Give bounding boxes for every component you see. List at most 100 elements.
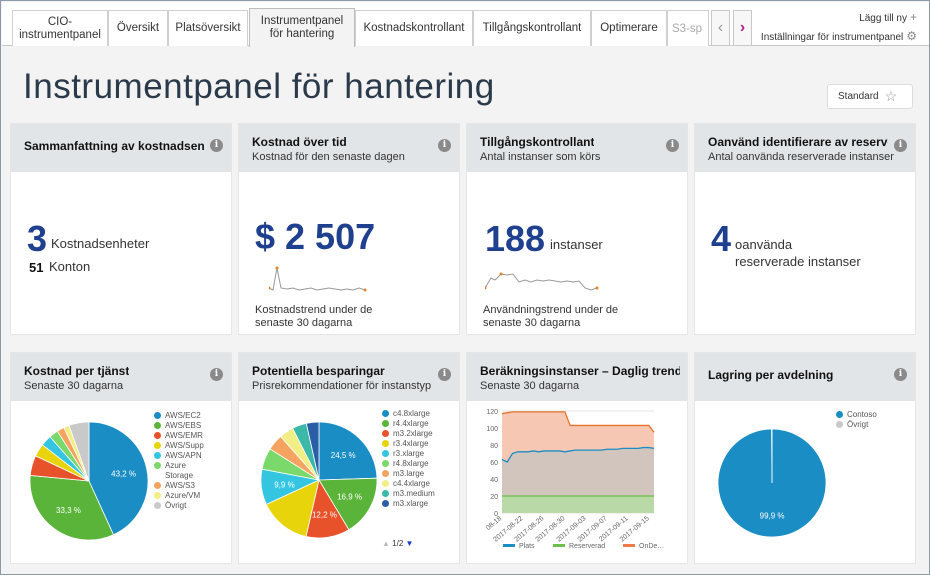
- legend-item[interactable]: Contoso: [836, 410, 877, 420]
- cost-value: $ 2 507: [255, 216, 376, 257]
- y-tick-label: 100: [486, 426, 498, 433]
- legend-label: Azure Storage: [165, 461, 194, 480]
- tab-scroll-right-button[interactable]: ›: [733, 10, 752, 46]
- card-title: Beräkningsinstanser – Daglig trend: [480, 364, 680, 378]
- legend-label: Övrigt: [165, 501, 187, 510]
- savings-pie: 24,5 % 16,9 %12,2 % 9,9 %: [260, 421, 378, 539]
- info-icon[interactable]: i: [210, 368, 223, 381]
- tab-bar: CIO- instrumentpanel Översikt Platsövers…: [2, 2, 929, 47]
- legend-item[interactable]: AWS/S3: [154, 481, 215, 491]
- card-storage-per-department: Lagring per avdelning i 99,9 % Contoso Öv…: [694, 352, 916, 564]
- pie-slice-label: 24,5 %: [331, 451, 356, 460]
- tab-site-overview[interactable]: Platsöversikt: [168, 10, 248, 46]
- legend-label: r3.4xlarge: [393, 439, 429, 448]
- legend-item[interactable]: m3.xlarge: [382, 499, 435, 509]
- legend-item[interactable]: m3.large: [382, 469, 435, 479]
- card-subtitle: Kostnad för den senaste dagen: [252, 151, 405, 163]
- savings-legend: c4.8xlarge r4.4xlarge m3.2xlarge r3.4xlarge…: [382, 409, 435, 509]
- add-new-link[interactable]: Lägg till ny +: [761, 10, 917, 26]
- pager-up-icon[interactable]: ▲: [382, 539, 390, 548]
- tab-optimizer[interactable]: Optimerare: [591, 10, 667, 46]
- legend-label: AWS/S3: [165, 481, 195, 490]
- info-icon[interactable]: i: [438, 368, 451, 381]
- legend-label[interactable]: OnDe…: [639, 543, 664, 550]
- legend-swatch: [382, 500, 389, 507]
- y-tick-label: 120: [486, 409, 498, 416]
- standard-button[interactable]: Standard ☆: [827, 84, 913, 109]
- legend-item[interactable]: m3.2xlarge: [382, 429, 435, 439]
- dashboard-settings-link[interactable]: Inställningar för instrumentpanel ⚙: [761, 29, 917, 45]
- instances-count: 188: [485, 218, 546, 259]
- card-cost-summary: Sammanfattning av kostnadsenhet i 3 Kost…: [10, 123, 232, 335]
- tab-cost-controller[interactable]: Kostnadskontrollant: [355, 10, 473, 46]
- info-icon[interactable]: i: [894, 368, 907, 381]
- legend-label[interactable]: Plats: [519, 543, 535, 550]
- tab-management-dashboard[interactable]: Instrumentpanel för hantering: [249, 8, 355, 47]
- legend-label: Azure/VM: [165, 491, 201, 500]
- y-tick-label: 40: [490, 477, 498, 484]
- legend-swatch: [503, 544, 515, 547]
- pie-slice-label: 99,9 %: [760, 511, 785, 520]
- legend-swatch: [553, 544, 565, 547]
- cost-units-count: 3: [27, 218, 48, 259]
- tab-asset-controller[interactable]: Tillgångskontrollant: [473, 10, 591, 46]
- card-header: Kostnad över tid Kostnad för den senaste…: [239, 124, 459, 172]
- tab-tools: Lägg till ny + Inställningar för instrume…: [761, 10, 917, 45]
- legend-swatch: [382, 430, 389, 437]
- info-icon[interactable]: i: [666, 139, 679, 152]
- info-icon[interactable]: i: [438, 139, 451, 152]
- legend-label[interactable]: Reserverad: [569, 543, 605, 550]
- card-subtitle: Antal oanvända reserverade instanser: [708, 151, 894, 163]
- legend-label: m3.xlarge: [393, 499, 429, 508]
- legend-item[interactable]: Övrigt: [836, 420, 877, 430]
- pie-slice-label: 9,9 %: [274, 480, 294, 489]
- legend-label: m3.medium: [393, 489, 435, 498]
- legend-item[interactable]: Övrigt: [154, 501, 215, 511]
- legend-item[interactable]: AWS/EBS: [154, 421, 215, 431]
- legend-item[interactable]: AWS/EC2: [154, 411, 215, 421]
- legend-label: m3.large: [393, 469, 425, 478]
- tab-scroll-left-button[interactable]: ‹: [711, 10, 730, 46]
- legend-item[interactable]: r3.xlarge: [382, 449, 435, 459]
- legend-item[interactable]: c4.8xlarge: [382, 409, 435, 419]
- legend-swatch: [154, 482, 161, 489]
- tab-overview[interactable]: Översikt: [108, 10, 168, 46]
- legend-item[interactable]: Azure Storage: [154, 461, 215, 481]
- legend-label: c4.4xlarge: [393, 479, 430, 488]
- legend-item[interactable]: AWS/APN: [154, 451, 215, 461]
- page-title: Instrumentpanel för hantering: [23, 67, 495, 106]
- plus-icon: +: [909, 10, 917, 24]
- legend-swatch: [154, 452, 161, 459]
- legend-item[interactable]: AWS/Supp: [154, 441, 215, 451]
- card-title: Sammanfattning av kostnadsenhet: [24, 139, 204, 153]
- legend-item[interactable]: Azure/VM: [154, 491, 215, 501]
- legend-item[interactable]: m3.medium: [382, 489, 435, 499]
- legend-swatch: [382, 440, 389, 447]
- card-cost-per-service: Kostnad per tjänst Senaste 30 dagarna i …: [10, 352, 232, 564]
- info-icon[interactable]: i: [210, 139, 223, 152]
- legend-swatch: [154, 502, 161, 509]
- usage-trend-label: Användningstrend under de senaste 30 dag…: [483, 304, 619, 329]
- legend-swatch: [154, 442, 161, 449]
- legend-item[interactable]: r4.4xlarge: [382, 419, 435, 429]
- legend-label: AWS/APN: [165, 451, 202, 460]
- tab-cio-dashboard[interactable]: CIO- instrumentpanel: [12, 10, 108, 46]
- dashboard-window: CIO- instrumentpanel Översikt Platsövers…: [0, 0, 930, 575]
- cost-units-label: Kostnadsenheter: [51, 236, 150, 251]
- legend-label: Contoso: [847, 410, 877, 419]
- tab-s3[interactable]: S3-sp: [667, 10, 709, 46]
- legend-item[interactable]: AWS/EMR: [154, 431, 215, 441]
- card-title: Potentiella besparingar: [252, 364, 385, 378]
- info-icon[interactable]: i: [894, 139, 907, 152]
- card-header: Kostnad per tjänst Senaste 30 dagarna i: [11, 353, 231, 401]
- legend-item[interactable]: c4.4xlarge: [382, 479, 435, 489]
- card-header: Beräkningsinstanser – Daglig trend Senas…: [467, 353, 687, 401]
- card-compute-trend: Beräkningsinstanser – Daglig trend Senas…: [466, 352, 688, 564]
- legend-item[interactable]: r3.4xlarge: [382, 439, 435, 449]
- pager-down-icon[interactable]: ▼: [406, 539, 414, 548]
- legend-label: AWS/EMR: [165, 431, 203, 440]
- legend-item[interactable]: r4.8xlarge: [382, 459, 435, 469]
- card-header: Potentiella besparingar Prisrekommendati…: [239, 353, 459, 401]
- storage-pie: 99,9 %: [717, 428, 827, 538]
- card-title: Kostnad över tid: [252, 135, 347, 149]
